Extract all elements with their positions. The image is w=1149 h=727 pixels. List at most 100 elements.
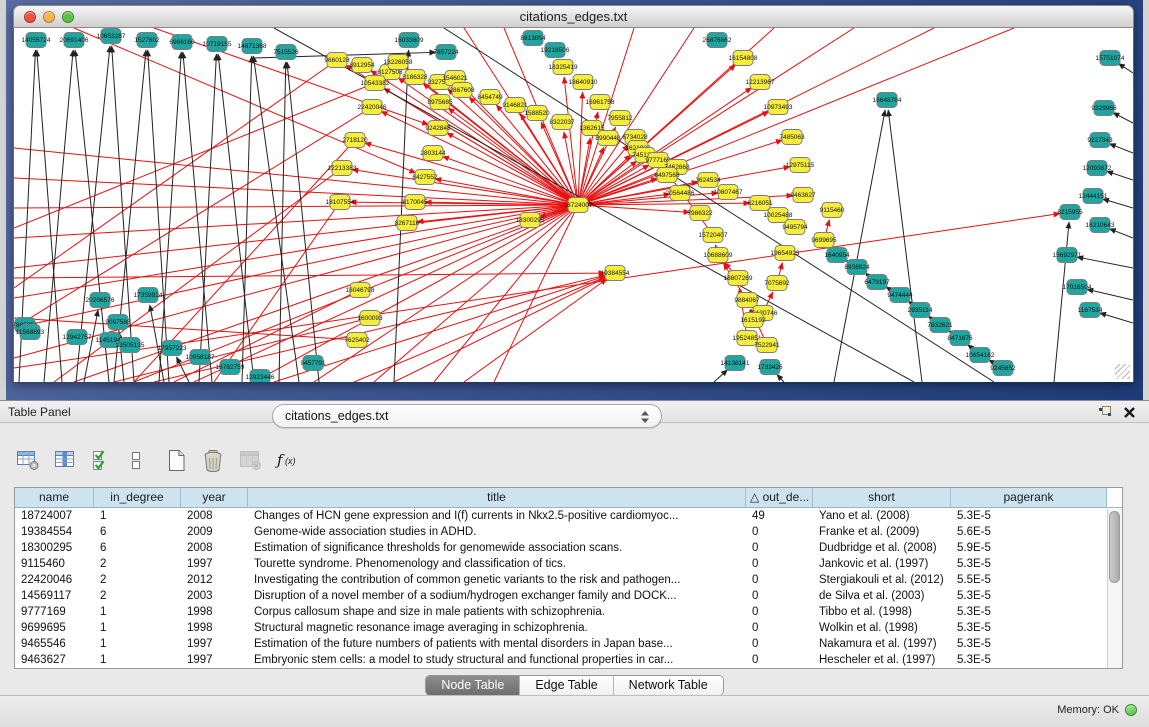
graph-node[interactable]: 20691406: [60, 33, 89, 48]
graph-node[interactable]: 1588520: [524, 106, 550, 121]
delete-column-button[interactable]: [201, 448, 229, 474]
graph-node[interactable]: 9227343: [1087, 133, 1113, 148]
graph-node[interactable]: 10688609: [704, 248, 733, 263]
tab-edge-table[interactable]: Edge Table: [519, 676, 612, 695]
create-column-button[interactable]: [164, 448, 192, 474]
resize-grip-icon[interactable]: [1115, 364, 1130, 379]
graph-node[interactable]: 6479197: [864, 275, 890, 290]
graph-edge[interactable]: [1106, 171, 1133, 180]
select-all-columns-button[interactable]: [90, 448, 118, 474]
graph-edge[interactable]: [14, 205, 578, 238]
graph-edge[interactable]: [578, 205, 690, 212]
graph-node[interactable]: 9097588: [105, 315, 131, 330]
graph-node[interactable]: 8471676: [947, 331, 973, 346]
graph-node[interactable]: 19384554: [601, 266, 630, 281]
graph-edge[interactable]: [14, 205, 578, 268]
graph-node[interactable]: 16210643: [1086, 218, 1115, 233]
graph-node[interactable]: 13505135: [116, 338, 145, 353]
graph-node[interactable]: 19654923: [771, 246, 800, 261]
table-row[interactable]: 2242004622012Investigating the contribut…: [15, 572, 1107, 588]
graph-node[interactable]: 16648784: [873, 93, 902, 108]
graph-node[interactable]: 16961758: [586, 95, 615, 110]
tab-network-table[interactable]: Network Table: [613, 676, 723, 695]
table-row[interactable]: 1938455462009Genome-wide association stu…: [15, 524, 1107, 540]
graph-edge[interactable]: [714, 370, 728, 382]
graph-node[interactable]: 18325419: [549, 60, 578, 75]
column-header-in-degree[interactable]: in_degree: [94, 488, 181, 507]
graph-node[interactable]: 18107554: [326, 195, 355, 210]
graph-edge[interactable]: [888, 110, 922, 382]
graph-node[interactable]: 14136141: [721, 356, 750, 371]
graph-node[interactable]: 6966160: [169, 35, 195, 50]
memory-status-indicator[interactable]: [1125, 704, 1137, 716]
graph-node[interactable]: 2935114: [908, 303, 933, 318]
table-select-dropdown[interactable]: citations_edges.txt: [272, 404, 662, 428]
graph-edge[interactable]: [1087, 289, 1133, 300]
graph-node[interactable]: 8912954: [349, 58, 375, 73]
table-row[interactable]: 946362711997Embryonic stem cells: a mode…: [15, 652, 1107, 668]
graph-node[interactable]: 8215955: [1057, 205, 1083, 220]
graph-edge[interactable]: [1109, 144, 1133, 153]
graph-node[interactable]: 12942757: [63, 330, 92, 345]
graph-node[interactable]: 12923446: [246, 370, 275, 383]
graph-node[interactable]: 8322037: [549, 115, 575, 130]
graph-node[interactable]: 26876862: [703, 33, 732, 48]
graph-node[interactable]: 7485063: [779, 130, 805, 145]
table-row[interactable]: 977716911998Corpus callosum shape and si…: [15, 604, 1107, 620]
graph-node[interactable]: 8990448: [595, 131, 621, 146]
graph-node[interactable]: 10973493: [764, 100, 793, 115]
graph-edge[interactable]: [1100, 313, 1133, 323]
graph-node[interactable]: 7857224: [433, 45, 459, 60]
graph-node[interactable]: 18640910: [569, 75, 598, 90]
close-window-button[interactable]: [24, 11, 36, 23]
graph-edge[interactable]: [1054, 222, 1069, 382]
graph-edge[interactable]: [1109, 229, 1133, 238]
graph-node[interactable]: 1167534: [1078, 303, 1103, 318]
graph-node[interactable]: 9474444: [887, 288, 913, 303]
graph-node[interactable]: 9463627: [790, 188, 816, 203]
graph-edge[interactable]: [1113, 113, 1133, 123]
graph-node[interactable]: 1600093: [357, 311, 383, 326]
graph-node[interactable]: 7625402: [344, 333, 370, 348]
graph-edge[interactable]: [1077, 257, 1133, 268]
table-row[interactable]: 1872400712008Changes of HCN gene express…: [15, 508, 1107, 524]
graph-node[interactable]: 16046798: [346, 283, 375, 298]
column-header-name[interactable]: name: [15, 488, 94, 507]
table-row[interactable]: 1456911722003Disruption of a novel membe…: [15, 588, 1107, 604]
graph-node[interactable]: 15692971: [1053, 248, 1082, 263]
graph-edge[interactable]: [253, 56, 299, 382]
graph-node[interactable]: 9115460: [820, 203, 845, 218]
graph-node[interactable]: 8975685: [427, 95, 453, 110]
graph-node[interactable]: 17359924: [134, 288, 163, 303]
table-row[interactable]: 911546021997Tourette syndrome. Phenomeno…: [15, 556, 1107, 572]
graph-node[interactable]: 7515526: [273, 45, 299, 60]
table-row[interactable]: 969969511998Structural magnetic resonanc…: [15, 620, 1107, 636]
graph-node[interactable]: 9245652: [990, 361, 1016, 376]
graph-node[interactable]: 12213967: [746, 75, 775, 90]
graph-edge[interactable]: [578, 28, 1014, 205]
graph-node[interactable]: 19218506: [541, 43, 570, 58]
graph-edge[interactable]: [14, 205, 578, 208]
graph-node[interactable]: 10653287: [97, 29, 126, 44]
table-row[interactable]: 946554611997Estimation of the future num…: [15, 636, 1107, 652]
zoom-window-button[interactable]: [62, 11, 74, 23]
graph-node[interactable]: 8170045: [402, 195, 428, 210]
table-options-button[interactable]: [16, 448, 44, 474]
graph-node[interactable]: 9242848: [425, 121, 451, 136]
graph-node[interactable]: 20564486: [666, 186, 695, 201]
graph-node[interactable]: 9457791: [300, 356, 326, 371]
graph-node[interactable]: 8267110: [395, 216, 420, 231]
network-window-titlebar[interactable]: citations_edges.txt: [13, 5, 1134, 28]
graph-node[interactable]: 12444151: [1079, 189, 1108, 204]
vertical-scrollbar[interactable]: [1107, 509, 1122, 668]
graph-node[interactable]: 15720407: [699, 228, 728, 243]
graph-edge[interactable]: [218, 54, 254, 382]
graph-edge[interactable]: [214, 202, 340, 382]
minimize-window-button[interactable]: [43, 11, 55, 23]
graph-node[interactable]: 2803144: [420, 146, 446, 161]
graph-node[interactable]: 8427552: [412, 170, 438, 185]
graph-edge[interactable]: [777, 374, 784, 382]
graph-node[interactable]: 17016504: [1063, 280, 1092, 295]
graph-node[interactable]: 14055724: [22, 33, 51, 48]
graph-edge[interactable]: [148, 50, 169, 382]
